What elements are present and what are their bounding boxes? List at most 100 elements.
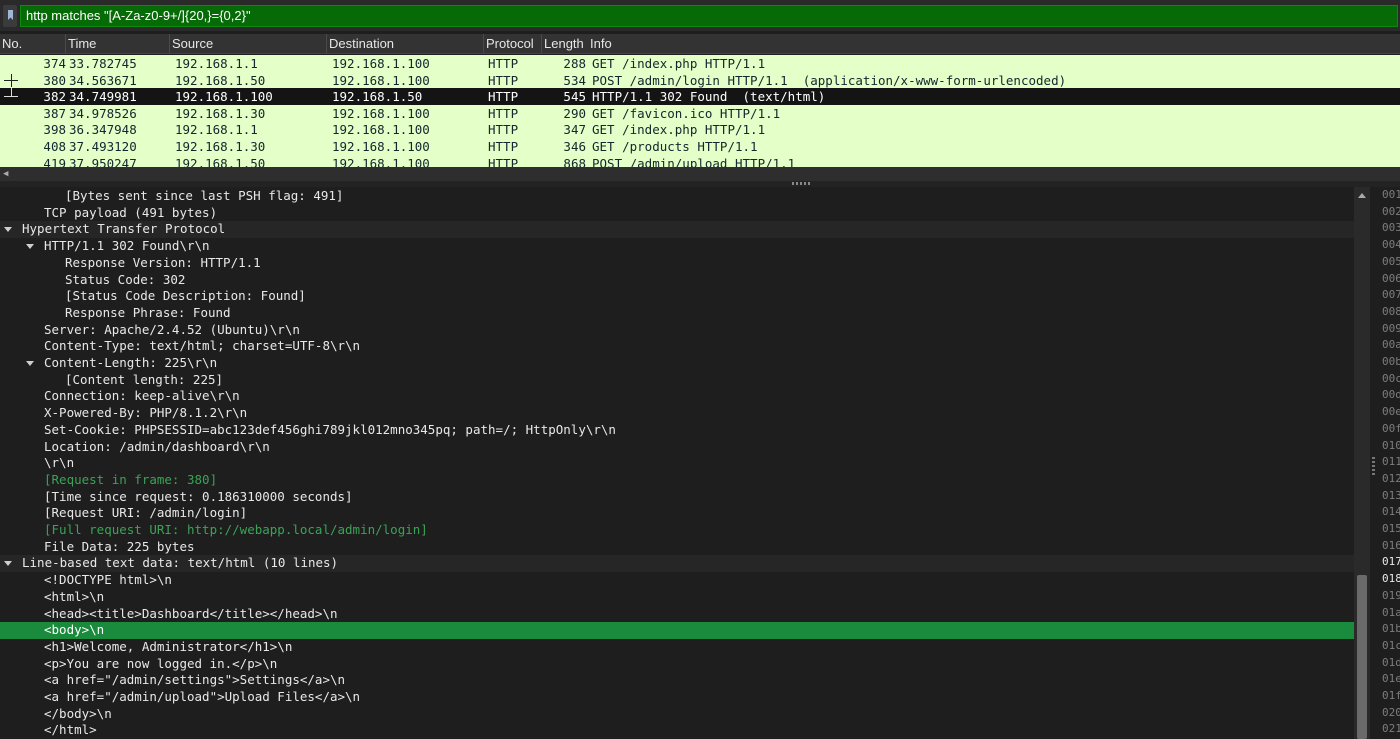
expand-arrow-icon[interactable]	[26, 361, 34, 366]
tree-item[interactable]: <!DOCTYPE html>\n	[0, 572, 1354, 589]
tree-item[interactable]: Connection: keep-alive\r\n	[0, 388, 1354, 405]
packet-cell-no: 408	[43, 139, 66, 154]
expand-arrow-icon[interactable]	[26, 244, 34, 250]
tree-item[interactable]: X-Powered-By: PHP/8.1.2\r\n	[0, 405, 1354, 422]
packet-cell-proto: HTTP	[488, 56, 519, 71]
tree-item[interactable]: Content-Type: text/html; charset=UTF-8\r…	[0, 338, 1354, 355]
column-header-info[interactable]: Info	[588, 34, 1400, 53]
column-header-source[interactable]: Source	[170, 34, 327, 53]
tree-item[interactable]: Location: /admin/dashboard\r\n	[0, 439, 1354, 456]
packet-cell-time: 34.563671	[69, 72, 137, 88]
column-header-protocol[interactable]: Protocol	[484, 34, 542, 53]
tree-item[interactable]: HTTP/1.1 302 Found\r\n	[0, 238, 1354, 255]
bytes-offset: 013	[1382, 488, 1400, 502]
bytes-offset: 008	[1382, 304, 1400, 318]
tree-item[interactable]: </html>	[0, 722, 1354, 739]
tree-item[interactable]: Server: Apache/2.4.52 (Ubuntu)\r\n	[0, 322, 1354, 339]
column-header-destination[interactable]: Destination	[327, 34, 484, 53]
tree-item[interactable]: <p>You are now logged in.</p>\n	[0, 656, 1354, 673]
bytes-offset: 004	[1382, 238, 1400, 252]
column-header-no[interactable]: No.	[0, 34, 66, 53]
bytes-splitter-grip-icon[interactable]	[1372, 457, 1375, 475]
tree-item[interactable]: [Time since request: 0.186310000 seconds…	[0, 489, 1354, 506]
column-header-time[interactable]: Time	[66, 34, 170, 53]
tree-item[interactable]: [Content length: 225]	[0, 372, 1354, 389]
tree-item-label: </body>\n	[44, 705, 112, 721]
packet-list-horizontal-scrollbar[interactable]: ◀	[0, 167, 1400, 181]
filter-bookmark-icon[interactable]	[3, 5, 17, 27]
tree-item-label: <p>You are now logged in.</p>\n	[44, 655, 278, 671]
expand-arrow-icon[interactable]	[4, 227, 12, 233]
tree-item-label: Content-Length: 225\r\n	[44, 355, 218, 370]
scroll-up-arrow-icon[interactable]	[1358, 193, 1366, 198]
bytes-offset: 016	[1382, 538, 1400, 552]
tree-item[interactable]: <head><title>Dashboard</title></head>\n	[0, 606, 1354, 623]
packet-cell-no: 380	[43, 72, 66, 88]
packet-cell-dst: 192.168.1.50	[332, 89, 423, 105]
bytes-offset: 001	[1382, 188, 1400, 201]
tree-item-highlighted[interactable]: <body>\n	[0, 622, 1354, 639]
tree-item[interactable]: <a href="/admin/settings">Settings</a>\n	[0, 672, 1354, 689]
tree-item[interactable]: </body>\n	[0, 706, 1354, 723]
bytes-offset: 01d	[1382, 655, 1400, 669]
packet-cell-src: 192.168.1.100	[175, 89, 273, 105]
tree-item[interactable]: <a href="/admin/upload">Upload Files</a>…	[0, 689, 1354, 706]
bytes-offset: 01a	[1382, 605, 1400, 619]
packet-row-selected[interactable]: 382 34.749981 192.168.1.100 192.168.1.50 HTT…	[0, 88, 1400, 106]
packet-row[interactable]: 374 33.782745 192.168.1.1 192.168.1.100 HTTP…	[0, 55, 1400, 72]
tree-item-label: <head><title>Dashboard</title></head>\n	[44, 605, 338, 621]
tree-item[interactable]: Response Version: HTTP/1.1	[0, 255, 1354, 272]
details-vertical-scrollbar[interactable]	[1354, 187, 1370, 739]
tree-item-label: Connection: keep-alive\r\n	[44, 388, 240, 404]
tree-item[interactable]: Content-Length: 225\r\n	[0, 355, 1354, 372]
bytes-offset: 009	[1382, 321, 1400, 335]
tree-item-link[interactable]: [Full request URI: http://webapp.local/a…	[0, 522, 1354, 539]
bytes-offset: 021	[1382, 722, 1400, 736]
tree-item[interactable]: [Bytes sent since last PSH flag: 491]	[0, 188, 1354, 205]
scrollbar-thumb[interactable]	[1357, 575, 1367, 739]
tree-item[interactable]: TCP payload (491 bytes)	[0, 205, 1354, 222]
packet-bytes-pane: 001 002 003 004 005 006 007 008 009 00a 00b 00c 00d 0…	[1370, 187, 1400, 739]
bytes-offset: 007	[1382, 288, 1400, 302]
tree-item[interactable]: <html>\n	[0, 589, 1354, 606]
tree-item[interactable]: File Data: 225 bytes	[0, 539, 1354, 556]
packet-cell-proto: HTTP	[488, 89, 519, 105]
bytes-offset: 00a	[1382, 338, 1400, 352]
tree-item-link[interactable]: [Request in frame: 380]	[0, 472, 1354, 489]
tree-item[interactable]: Status Code: 302	[0, 272, 1354, 289]
packet-row[interactable]: 408 37.493120 192.168.1.30 192.168.1.100 HTT…	[0, 138, 1400, 155]
tree-item-label: <a href="/admin/upload">Upload Files</a>…	[44, 689, 361, 704]
tree-item-label: <h1>Welcome, Administrator</h1>\n	[44, 638, 293, 654]
protocol-tree-header[interactable]: Line-based text data: text/html (10 line…	[0, 555, 1354, 573]
bytes-offset: 017	[1382, 555, 1400, 569]
protocol-tree-header[interactable]: Hypertext Transfer Protocol	[0, 221, 1354, 239]
packet-row[interactable]: 398 36.347948 192.168.1.1 192.168.1.100 HTTP…	[0, 121, 1400, 139]
tree-item[interactable]: \r\n	[0, 455, 1354, 472]
packet-cell-len: 545	[563, 89, 586, 105]
tree-item-label: </html>	[44, 722, 97, 738]
tree-item[interactable]: [Request URI: /admin/login]	[0, 505, 1354, 522]
packet-row[interactable]: 387 34.978526 192.168.1.30 192.168.1.100 HTT…	[0, 104, 1400, 122]
tree-item[interactable]: Response Phrase: Found	[0, 305, 1354, 322]
display-filter-input[interactable]: http matches "[A-Za-z0-9+/]{20,}={0,2}"	[20, 5, 1398, 27]
bytes-offset: 01c	[1382, 638, 1400, 652]
tree-item-label: TCP payload (491 bytes)	[44, 204, 218, 220]
tree-item[interactable]: Set-Cookie: PHPSESSID=abc123def456ghi789…	[0, 422, 1354, 439]
bytes-offset: 015	[1382, 522, 1400, 535]
tree-item-label: <html>\n	[44, 588, 105, 604]
packet-cell-len: 347	[563, 122, 586, 138]
bytes-offset: 01b	[1382, 622, 1400, 636]
bytes-offset: 014	[1382, 505, 1400, 519]
packet-row[interactable]: 380 34.563671 192.168.1.50 192.168.1.100 HTT…	[0, 71, 1400, 89]
column-header-length[interactable]: Length	[542, 34, 588, 53]
tree-item[interactable]: <h1>Welcome, Administrator</h1>\n	[0, 639, 1354, 656]
bytes-offset: 006	[1382, 271, 1400, 285]
scroll-left-arrow-icon[interactable]: ◀	[3, 167, 8, 181]
expand-arrow-icon[interactable]	[4, 561, 12, 567]
tree-item-label: Location: /admin/dashboard\r\n	[44, 438, 270, 454]
tree-item-label: HTTP/1.1 302 Found\r\n	[44, 238, 210, 254]
packet-cell-time: 33.782745	[69, 56, 137, 71]
packet-cell-time: 37.493120	[69, 139, 137, 154]
tree-item[interactable]: [Status Code Description: Found]	[0, 288, 1354, 305]
tree-item-label: Response Phrase: Found	[65, 304, 231, 320]
